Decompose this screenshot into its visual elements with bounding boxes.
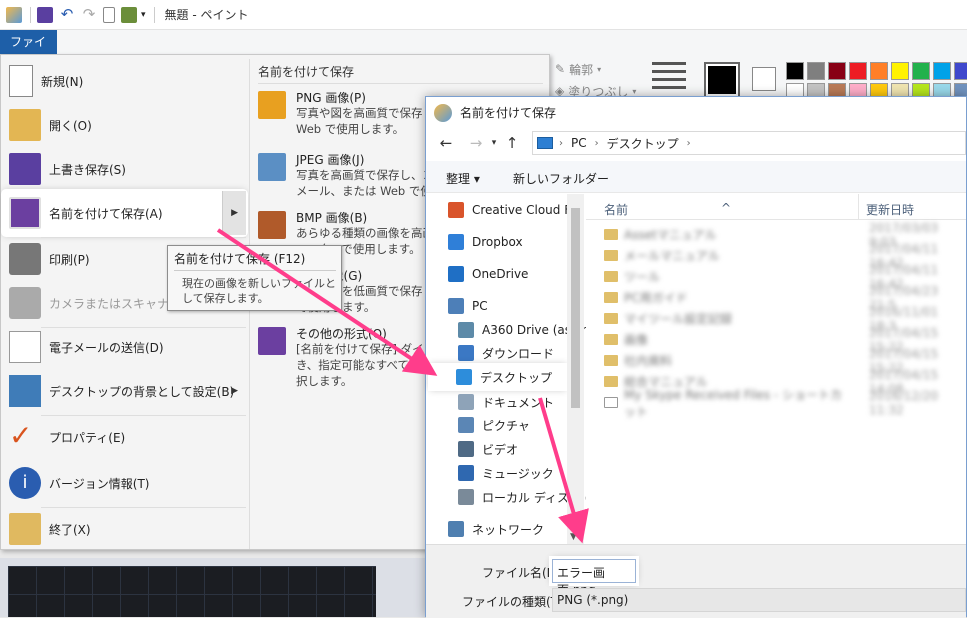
arrow-to-desktop: [216, 228, 438, 376]
annotation-arrows: [216, 228, 589, 544]
arrow-to-filename: [538, 397, 589, 544]
